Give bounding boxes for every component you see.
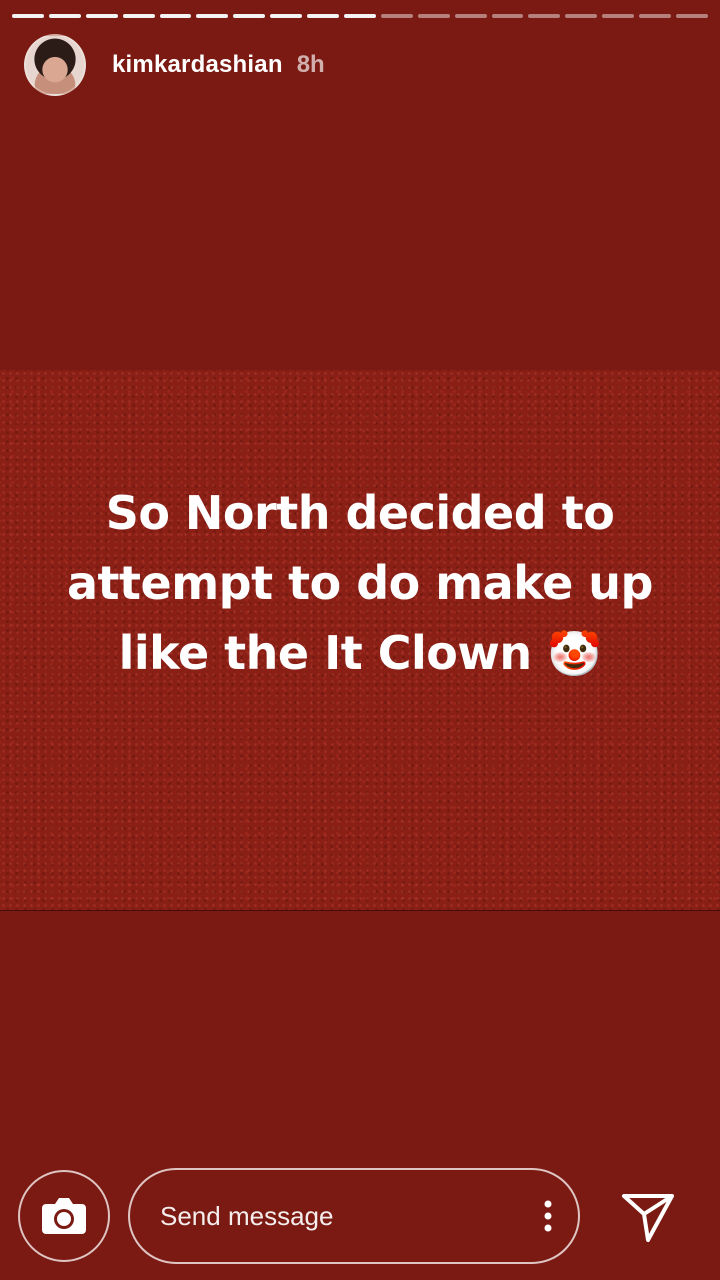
timestamp: 8h [296, 51, 325, 78]
progress-segment [344, 14, 376, 18]
progress-segment [602, 14, 635, 18]
progress-segment [48, 14, 81, 18]
progress-segment [85, 14, 118, 18]
progress-segment [380, 14, 413, 18]
progress-segment [122, 14, 155, 18]
progress-segment [417, 14, 450, 18]
send-button[interactable] [620, 1190, 676, 1246]
more-vertical-icon [544, 1200, 552, 1232]
story-footer [0, 1168, 720, 1264]
progress-segment [233, 14, 266, 18]
send-paper-plane-icon [622, 1194, 674, 1242]
camera-button[interactable] [18, 1170, 110, 1262]
progress-segment [12, 14, 44, 18]
progress-segment [528, 14, 561, 18]
camera-icon [42, 1198, 86, 1234]
progress-segment [454, 14, 487, 18]
progress-segment [565, 14, 598, 18]
more-options-button[interactable] [518, 1200, 578, 1232]
story-image: So North decided to attempt to do make u… [0, 370, 720, 911]
username[interactable]: kimkardashian [112, 51, 283, 79]
progress-segment [159, 14, 192, 18]
clown-emoji: 🤡 [547, 629, 602, 680]
progress-segment [491, 14, 524, 18]
progress-segment [307, 14, 340, 18]
story-progress-bar [12, 14, 708, 19]
story-header: kimkardashian 8h [24, 34, 325, 96]
progress-segment [639, 14, 672, 18]
message-input[interactable] [130, 1199, 518, 1233]
story-caption: So North decided to attempt to do make u… [40, 478, 680, 690]
progress-segment [676, 14, 708, 18]
message-field[interactable] [128, 1168, 580, 1264]
progress-segment [196, 14, 229, 18]
avatar[interactable] [24, 34, 86, 96]
progress-segment [270, 14, 303, 18]
